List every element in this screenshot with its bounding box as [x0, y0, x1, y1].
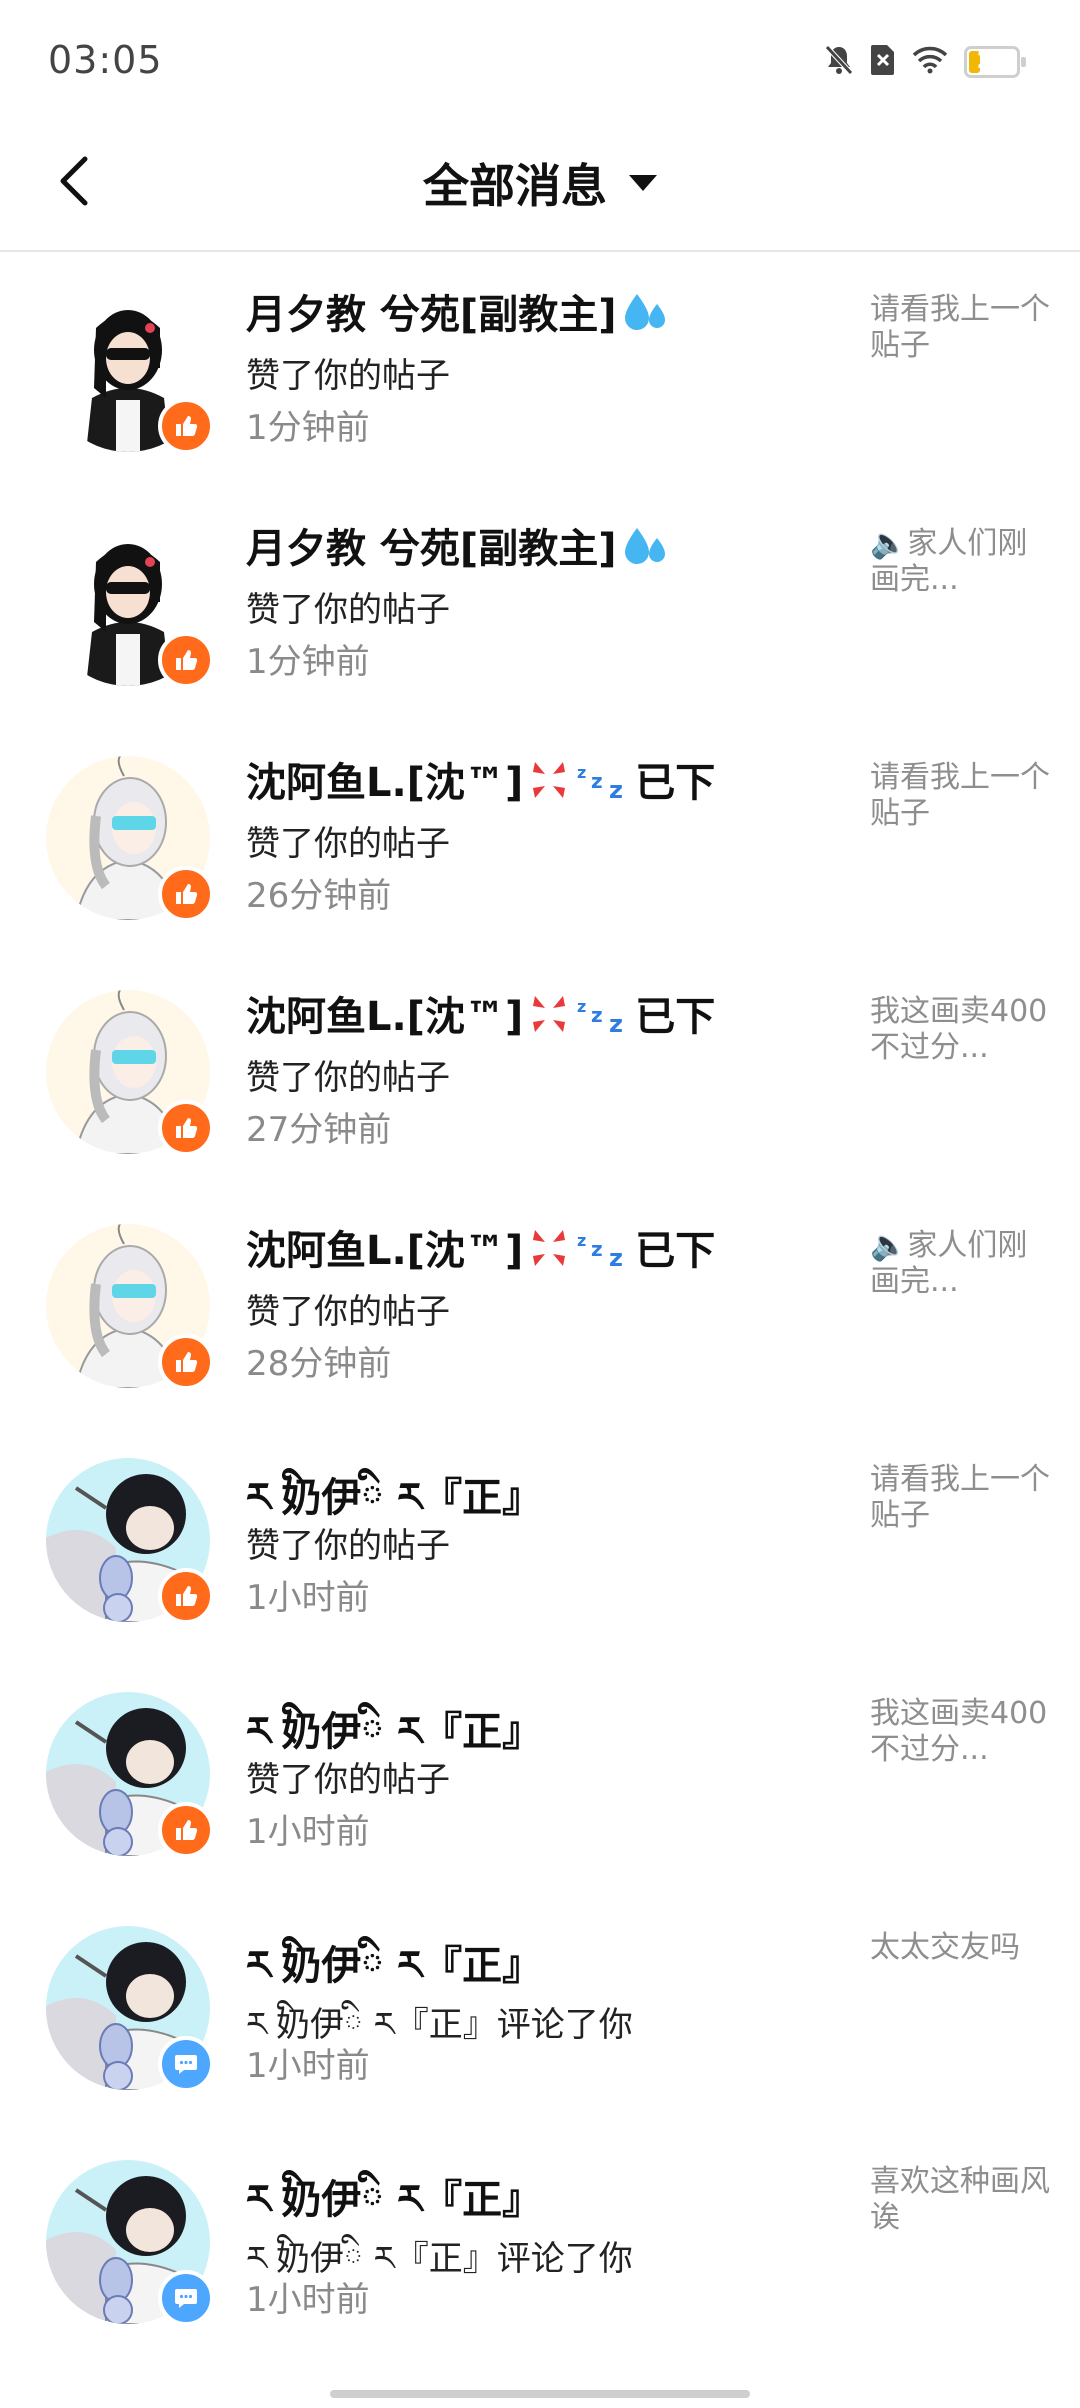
sweat-drops-icon: [621, 290, 669, 344]
comment-badge-icon: [158, 2036, 214, 2092]
notification-list: 月夕教 兮苑[副教主] 赞了你的帖子 1分钟前 请看我上一个贴子 月夕教 兮苑[副教主]…: [0, 252, 1080, 2358]
action-text: 赞了你的帖子: [246, 1526, 450, 1566]
user-name-text: 沈阿鱼L.[沈™]: [246, 994, 524, 1040]
sim-off-icon: [870, 44, 896, 80]
timestamp: 26分钟前: [246, 876, 392, 916]
anger-zzz-icon: zzz: [527, 1226, 635, 1280]
timestamp: 1小时前: [246, 1578, 370, 1618]
action-text: 赞了你的帖子: [246, 1760, 450, 1800]
user-name-text: ར ི奶伊ི ར『正』: [246, 1709, 543, 1755]
like-badge-icon: [158, 1334, 214, 1390]
like-badge-icon: [158, 1100, 214, 1156]
svg-text:z: z: [609, 1010, 623, 1036]
svg-text:z: z: [591, 769, 603, 793]
battery-icon: 21: [964, 46, 1026, 78]
user-name-suffix: 已下: [635, 1228, 716, 1274]
timestamp: 1小时前: [246, 1812, 370, 1852]
like-badge-icon: [158, 632, 214, 688]
post-preview[interactable]: 请看我上一个贴子: [870, 1462, 1050, 1534]
notification-item[interactable]: ར ི奶伊ི ར『正』 ར ི奶伊ི ར『正』评论了你 1小时前 太太交友吗: [0, 1890, 1080, 2124]
notification-item[interactable]: 沈阿鱼L.[沈™] z z z 已下 赞了你的帖子 28分钟前 🔈家人们刚画完...: [0, 1188, 1080, 1422]
like-badge-icon: [158, 1802, 214, 1858]
user-name-text: ར ི奶伊ི ར『正』: [246, 1475, 543, 1521]
post-preview[interactable]: 我这画卖400不过分...: [870, 1696, 1050, 1768]
user-name-text: 月夕教 兮苑[副教主]: [246, 526, 617, 572]
status-icons: 21: [824, 42, 1026, 82]
caret-down-icon: [629, 175, 657, 191]
notification-item[interactable]: 月夕教 兮苑[副教主] 赞了你的帖子 1分钟前 请看我上一个贴子: [0, 252, 1080, 486]
timestamp: 1小时前: [246, 2280, 370, 2320]
timestamp: 1分钟前: [246, 642, 370, 682]
home-indicator: [330, 2390, 750, 2398]
user-name-text: ར ི奶伊ི ར『正』: [246, 1943, 543, 1989]
user-name[interactable]: 沈阿鱼L.[沈™] z z z 已下: [246, 984, 715, 1046]
post-preview[interactable]: 喜欢这种画风诶: [870, 2164, 1050, 2236]
like-badge-icon: [158, 866, 214, 922]
user-name[interactable]: 沈阿鱼L.[沈™] z z z 已下: [246, 750, 715, 812]
notification-item[interactable]: ར ི奶伊ི ར『正』赞了你的帖子 1小时前 我这画卖400不过分...: [0, 1656, 1080, 1890]
action-text: 赞了你的帖子: [246, 824, 450, 864]
title-dropdown[interactable]: 全部消息: [0, 150, 1080, 216]
notification-item[interactable]: ར ི奶伊ི ར『正』赞了你的帖子 1小时前 请看我上一个贴子: [0, 1422, 1080, 1656]
timestamp: 1小时前: [246, 2046, 370, 2086]
sweat-drops-icon: [621, 524, 669, 578]
svg-text:z: z: [577, 763, 586, 782]
svg-text:z: z: [577, 1231, 586, 1250]
status-bar: 03:05 21: [0, 0, 1080, 120]
timestamp: 28分钟前: [246, 1344, 392, 1384]
user-name-text: 月夕教 兮苑[副教主]: [246, 292, 617, 338]
user-name-text: 沈阿鱼L.[沈™]: [246, 760, 524, 806]
svg-text:z: z: [609, 776, 623, 802]
svg-text:z: z: [591, 1003, 603, 1027]
page-title: 全部消息: [423, 159, 607, 213]
user-name-text: 沈阿鱼L.[沈™]: [246, 1228, 524, 1274]
notification-item[interactable]: ར ི奶伊ི ར『正』 ར ི奶伊ི ར『正』评论了你 1小时前 喜欢这种画风诶: [0, 2124, 1080, 2358]
like-badge-icon: [158, 398, 214, 454]
notification-item[interactable]: 沈阿鱼L.[沈™] z z z 已下 赞了你的帖子 26分钟前 请看我上一个贴子: [0, 720, 1080, 954]
user-name-suffix: 已下: [635, 760, 716, 806]
battery-text: 21: [976, 49, 1008, 74]
user-name-suffix: 已下: [635, 994, 716, 1040]
action-text: 赞了你的帖子: [246, 1292, 450, 1332]
user-name[interactable]: 月夕教 兮苑[副教主]: [246, 282, 669, 344]
post-preview[interactable]: 我这画卖400不过分...: [870, 994, 1050, 1066]
bell-off-icon: [824, 44, 854, 80]
svg-text:z: z: [609, 1244, 623, 1270]
timestamp: 1分钟前: [246, 408, 370, 448]
timestamp: 27分钟前: [246, 1110, 392, 1150]
action-text: 赞了你的帖子: [246, 590, 450, 630]
anger-zzz-icon: zzz: [527, 758, 635, 812]
post-preview[interactable]: 请看我上一个贴子: [870, 760, 1050, 832]
notification-item[interactable]: 沈阿鱼L.[沈™] z z z 已下 赞了你的帖子 27分钟前 我这画卖400不过分...: [0, 954, 1080, 1188]
action-text: 赞了你的帖子: [246, 356, 450, 396]
post-preview[interactable]: 🔈家人们刚画完...: [870, 1228, 1050, 1300]
user-name[interactable]: 月夕教 兮苑[副教主]: [246, 516, 669, 578]
wifi-icon: [912, 46, 948, 78]
notification-item[interactable]: 月夕教 兮苑[副教主] 赞了你的帖子 1分钟前 🔈家人们刚画完...: [0, 486, 1080, 720]
post-preview[interactable]: 🔈家人们刚画完...: [870, 526, 1050, 598]
user-name[interactable]: 沈阿鱼L.[沈™] z z z 已下: [246, 1218, 715, 1280]
comment-badge-icon: [158, 2270, 214, 2326]
user-name-text: ར ི奶伊ི ར『正』: [246, 2177, 543, 2223]
post-preview[interactable]: 请看我上一个贴子: [870, 292, 1050, 364]
like-badge-icon: [158, 1568, 214, 1624]
anger-zzz-icon: zzz: [527, 992, 635, 1046]
svg-text:z: z: [577, 997, 586, 1016]
svg-text:z: z: [591, 1237, 603, 1261]
status-time: 03:05: [48, 38, 163, 82]
header: 全部消息: [0, 120, 1080, 250]
post-preview[interactable]: 太太交友吗: [870, 1930, 1050, 1966]
action-text: 赞了你的帖子: [246, 1058, 450, 1098]
